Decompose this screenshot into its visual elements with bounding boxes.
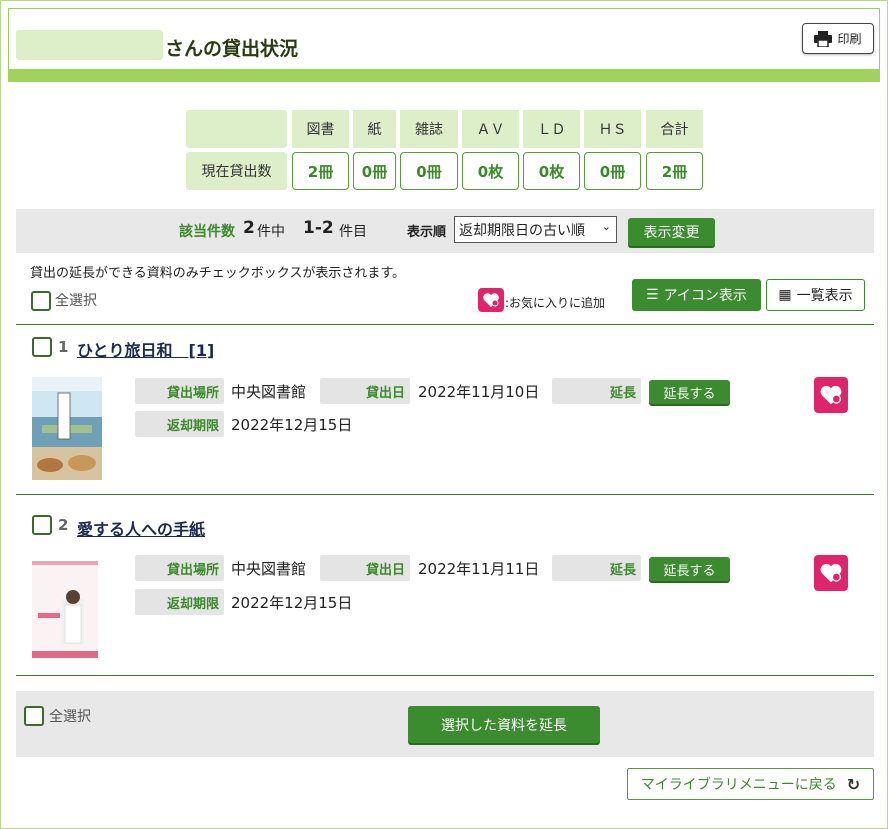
- divider: [16, 675, 874, 676]
- stats-value-total: 2冊: [646, 152, 703, 190]
- loan-date-label: 貸出日: [320, 378, 410, 404]
- stats-value-hs: 0冊: [584, 152, 641, 190]
- item-title-link[interactable]: ひとり旅日和 [1]: [77, 337, 214, 361]
- stats-header-paper: 紙: [353, 110, 396, 148]
- header-accent-bar: [8, 69, 880, 82]
- stats-value-av: 0枚: [462, 152, 519, 190]
- stats-header-ld: ＬＤ: [523, 110, 580, 148]
- result-total: 2: [243, 218, 255, 238]
- extend-button[interactable]: 延長する: [649, 557, 730, 581]
- result-count-label: 該当件数: [179, 224, 235, 240]
- result-range-unit: 件目: [339, 224, 367, 240]
- stats-row-label: 現在貸出数: [186, 152, 287, 190]
- list-view-label: 一覧表示: [796, 288, 853, 304]
- change-view-button[interactable]: 表示変更: [628, 218, 715, 246]
- stats-header-total: 合計: [646, 110, 703, 148]
- heart-plus-icon: [820, 385, 842, 405]
- select-all-label-bottom: 全選択: [49, 709, 91, 725]
- loan-date-label: 貸出日: [320, 555, 410, 581]
- result-total-unit: 件中: [257, 224, 285, 240]
- loan-date-value: 2022年11月10日: [418, 383, 540, 401]
- item-number: 1: [58, 338, 69, 356]
- due-label: 返却期限: [135, 589, 224, 615]
- print-label: 印刷: [837, 32, 862, 46]
- select-all-checkbox-bottom[interactable]: [24, 706, 44, 726]
- back-to-menu-button[interactable]: マイライブラリメニューに戻る ↻: [627, 768, 874, 800]
- stats-header-magazine: 雑誌: [400, 110, 458, 148]
- printer-icon: [814, 30, 833, 47]
- icon-view-button[interactable]: ☰ アイコン表示: [632, 279, 761, 311]
- stats-value-books: 2冊: [292, 152, 349, 190]
- loan-date-value: 2022年11月11日: [418, 560, 540, 578]
- heart-plus-icon: [478, 288, 504, 312]
- icon-view-label: アイコン表示: [663, 288, 747, 304]
- chevron-down-icon: ⌄: [601, 220, 611, 233]
- icon-view-icon: ☰: [646, 287, 659, 303]
- divider: [16, 494, 874, 495]
- user-name-placeholder: [16, 30, 163, 60]
- list-view-button[interactable]: ▦ 一覧表示: [766, 279, 865, 311]
- item-title-link[interactable]: 愛する人への手紙: [77, 516, 205, 540]
- extend-selected-button[interactable]: 選択した資料を延長: [408, 706, 600, 743]
- print-button[interactable]: 印刷: [802, 23, 874, 54]
- stats-corner-cell: [186, 110, 287, 148]
- back-label: マイライブラリメニューに戻る: [640, 777, 837, 793]
- location-value: 中央図書館: [231, 383, 307, 401]
- book-cover-image[interactable]: [32, 561, 98, 658]
- favorite-legend: :お気に入りに追加: [505, 296, 606, 310]
- item-checkbox[interactable]: [32, 337, 52, 357]
- due-value: 2022年12月15日: [231, 594, 353, 612]
- extend-button[interactable]: 延長する: [649, 380, 730, 404]
- item-checkbox[interactable]: [32, 515, 52, 535]
- sort-select[interactable]: 返却期限日の古い順 ⌄: [454, 216, 617, 243]
- sort-label: 表示順: [407, 225, 447, 240]
- extend-label: 延長: [552, 378, 641, 404]
- divider: [16, 324, 874, 325]
- book-cover-image[interactable]: [32, 377, 102, 480]
- stats-value-paper: 0冊: [353, 152, 396, 190]
- location-label: 貸出場所: [135, 378, 224, 404]
- list-view-icon: ▦: [778, 287, 792, 303]
- sort-selected-value: 返却期限日の古い順: [459, 223, 585, 239]
- stats-header-av: ＡＶ: [462, 110, 519, 148]
- location-value: 中央図書館: [231, 560, 307, 578]
- stats-header-books: 図書: [292, 110, 349, 148]
- favorite-button[interactable]: [814, 377, 848, 413]
- refresh-icon: ↻: [846, 774, 861, 794]
- select-all-checkbox-top[interactable]: [31, 291, 51, 311]
- extend-label: 延長: [552, 555, 641, 581]
- stats-value-magazine: 0冊: [400, 152, 458, 190]
- due-value: 2022年12月15日: [231, 416, 353, 434]
- item-number: 2: [58, 516, 69, 534]
- heart-plus-icon: [820, 563, 842, 583]
- stats-value-ld: 0枚: [523, 152, 580, 190]
- page-title: さんの貸出状況: [165, 38, 299, 60]
- extend-note: 貸出の延長ができる資料のみチェックボックスが表示されます。: [30, 266, 406, 281]
- due-label: 返却期限: [135, 411, 224, 437]
- stats-header-hs: ＨＳ: [584, 110, 641, 148]
- location-label: 貸出場所: [135, 555, 224, 581]
- favorite-button[interactable]: [814, 555, 848, 591]
- select-all-label-top: 全選択: [55, 293, 97, 309]
- result-range: 1-2: [303, 218, 334, 238]
